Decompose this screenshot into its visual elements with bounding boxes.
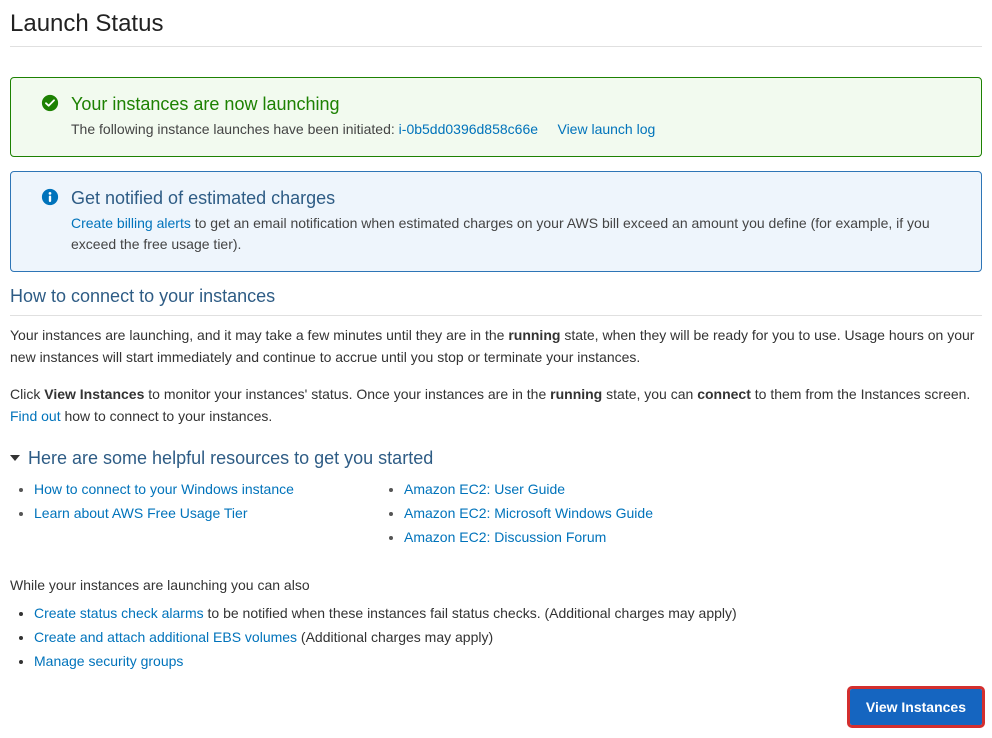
- success-prefix: The following instance launches have bee…: [71, 121, 395, 137]
- p2a: Click: [10, 386, 44, 402]
- view-launch-log-link[interactable]: View launch log: [557, 121, 655, 137]
- p2h: how to connect to your instances.: [61, 408, 273, 424]
- view-instances-button[interactable]: View Instances: [850, 689, 982, 725]
- create-status-alarms-link[interactable]: Create status check alarms: [34, 605, 204, 621]
- p1a: Your instances are launching, and it may…: [10, 327, 508, 343]
- ec2-windows-guide-link[interactable]: Amazon EC2: Microsoft Windows Guide: [404, 505, 653, 521]
- list-item: Learn about AWS Free Usage Tier: [34, 505, 360, 521]
- resources-toggle[interactable]: Here are some helpful resources to get y…: [10, 448, 982, 469]
- p1b: running: [508, 327, 560, 343]
- also-list: Create status check alarms to be notifie…: [10, 605, 982, 669]
- ec2-user-guide-link[interactable]: Amazon EC2: User Guide: [404, 481, 565, 497]
- success-title: Your instances are now launching: [71, 94, 961, 115]
- launch-success-box: Your instances are now launching The fol…: [10, 77, 982, 157]
- info-title: Get notified of estimated charges: [71, 188, 961, 209]
- connect-header: How to connect to your instances: [10, 286, 982, 316]
- resources-header-text: Here are some helpful resources to get y…: [28, 448, 433, 469]
- manage-security-groups-link[interactable]: Manage security groups: [34, 653, 183, 669]
- also-0-rest: to be notified when these instances fail…: [204, 605, 737, 621]
- p2g: to them from the Instances screen.: [751, 386, 970, 402]
- billing-info-box: Get notified of estimated charges Create…: [10, 171, 982, 272]
- ec2-discussion-forum-link[interactable]: Amazon EC2: Discussion Forum: [404, 529, 606, 545]
- info-body: Create billing alerts to get an email no…: [71, 213, 961, 255]
- p2d: running: [550, 386, 602, 402]
- resources-columns: How to connect to your Windows instance …: [10, 481, 982, 553]
- connect-para-1: Your instances are launching, and it may…: [10, 324, 982, 369]
- page-title: Launch Status: [10, 10, 982, 47]
- list-item: Create and attach additional EBS volumes…: [34, 629, 982, 645]
- how-to-connect-windows-link[interactable]: How to connect to your Windows instance: [34, 481, 294, 497]
- list-item: Amazon EC2: Discussion Forum: [404, 529, 730, 545]
- p2e: state, you can: [602, 386, 697, 402]
- info-body-text: to get an email notification when estima…: [71, 215, 930, 252]
- create-billing-alerts-link[interactable]: Create billing alerts: [71, 215, 191, 231]
- list-item: Create status check alarms to be notifie…: [34, 605, 982, 621]
- list-item: Amazon EC2: Microsoft Windows Guide: [404, 505, 730, 521]
- also-1-rest: (Additional charges may apply): [297, 629, 493, 645]
- list-item: How to connect to your Windows instance: [34, 481, 360, 497]
- p2b: View Instances: [44, 386, 144, 402]
- list-item: Amazon EC2: User Guide: [404, 481, 730, 497]
- footer: View Instances: [10, 689, 982, 725]
- success-body: The following instance launches have bee…: [71, 119, 961, 140]
- also-header: While your instances are launching you c…: [10, 577, 982, 593]
- resources-col-1: How to connect to your Windows instance …: [30, 481, 360, 553]
- create-ebs-volumes-link[interactable]: Create and attach additional EBS volumes: [34, 629, 297, 645]
- check-circle-icon: [41, 94, 61, 114]
- list-item: Manage security groups: [34, 653, 982, 669]
- find-out-link[interactable]: Find out: [10, 408, 61, 424]
- info-circle-icon: [41, 188, 61, 208]
- p2f: connect: [697, 386, 751, 402]
- resources-col-2: Amazon EC2: User Guide Amazon EC2: Micro…: [400, 481, 730, 553]
- caret-down-icon: [10, 455, 20, 461]
- free-usage-tier-link[interactable]: Learn about AWS Free Usage Tier: [34, 505, 247, 521]
- connect-para-2: Click View Instances to monitor your ins…: [10, 383, 982, 428]
- p2c: to monitor your instances' status. Once …: [144, 386, 550, 402]
- instance-id-link[interactable]: i-0b5dd0396d858c66e: [399, 121, 538, 137]
